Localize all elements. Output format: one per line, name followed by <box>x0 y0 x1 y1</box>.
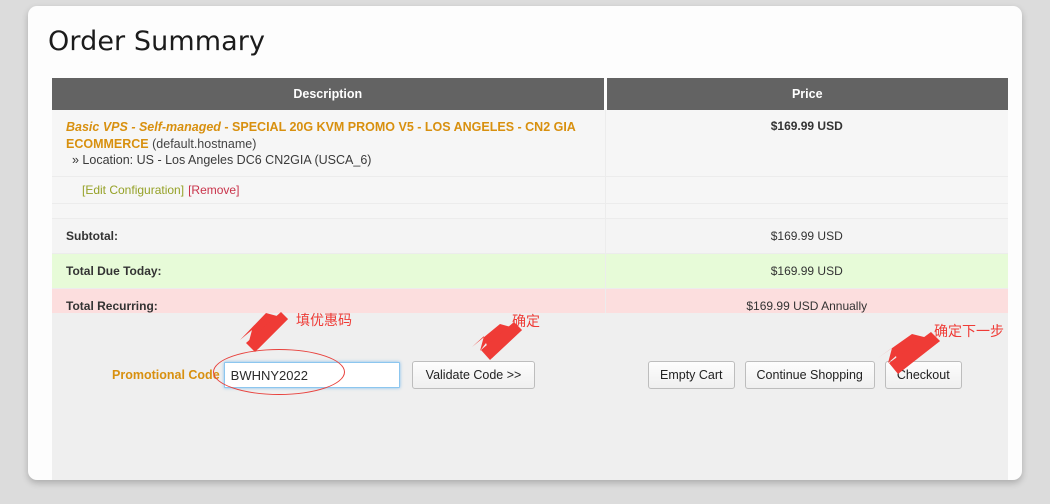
arrow-to-checkout-button <box>878 332 940 374</box>
arrow-to-validate-button <box>472 322 522 360</box>
annotation-arrows <box>240 312 940 374</box>
arrow-to-promo-input <box>240 312 288 352</box>
